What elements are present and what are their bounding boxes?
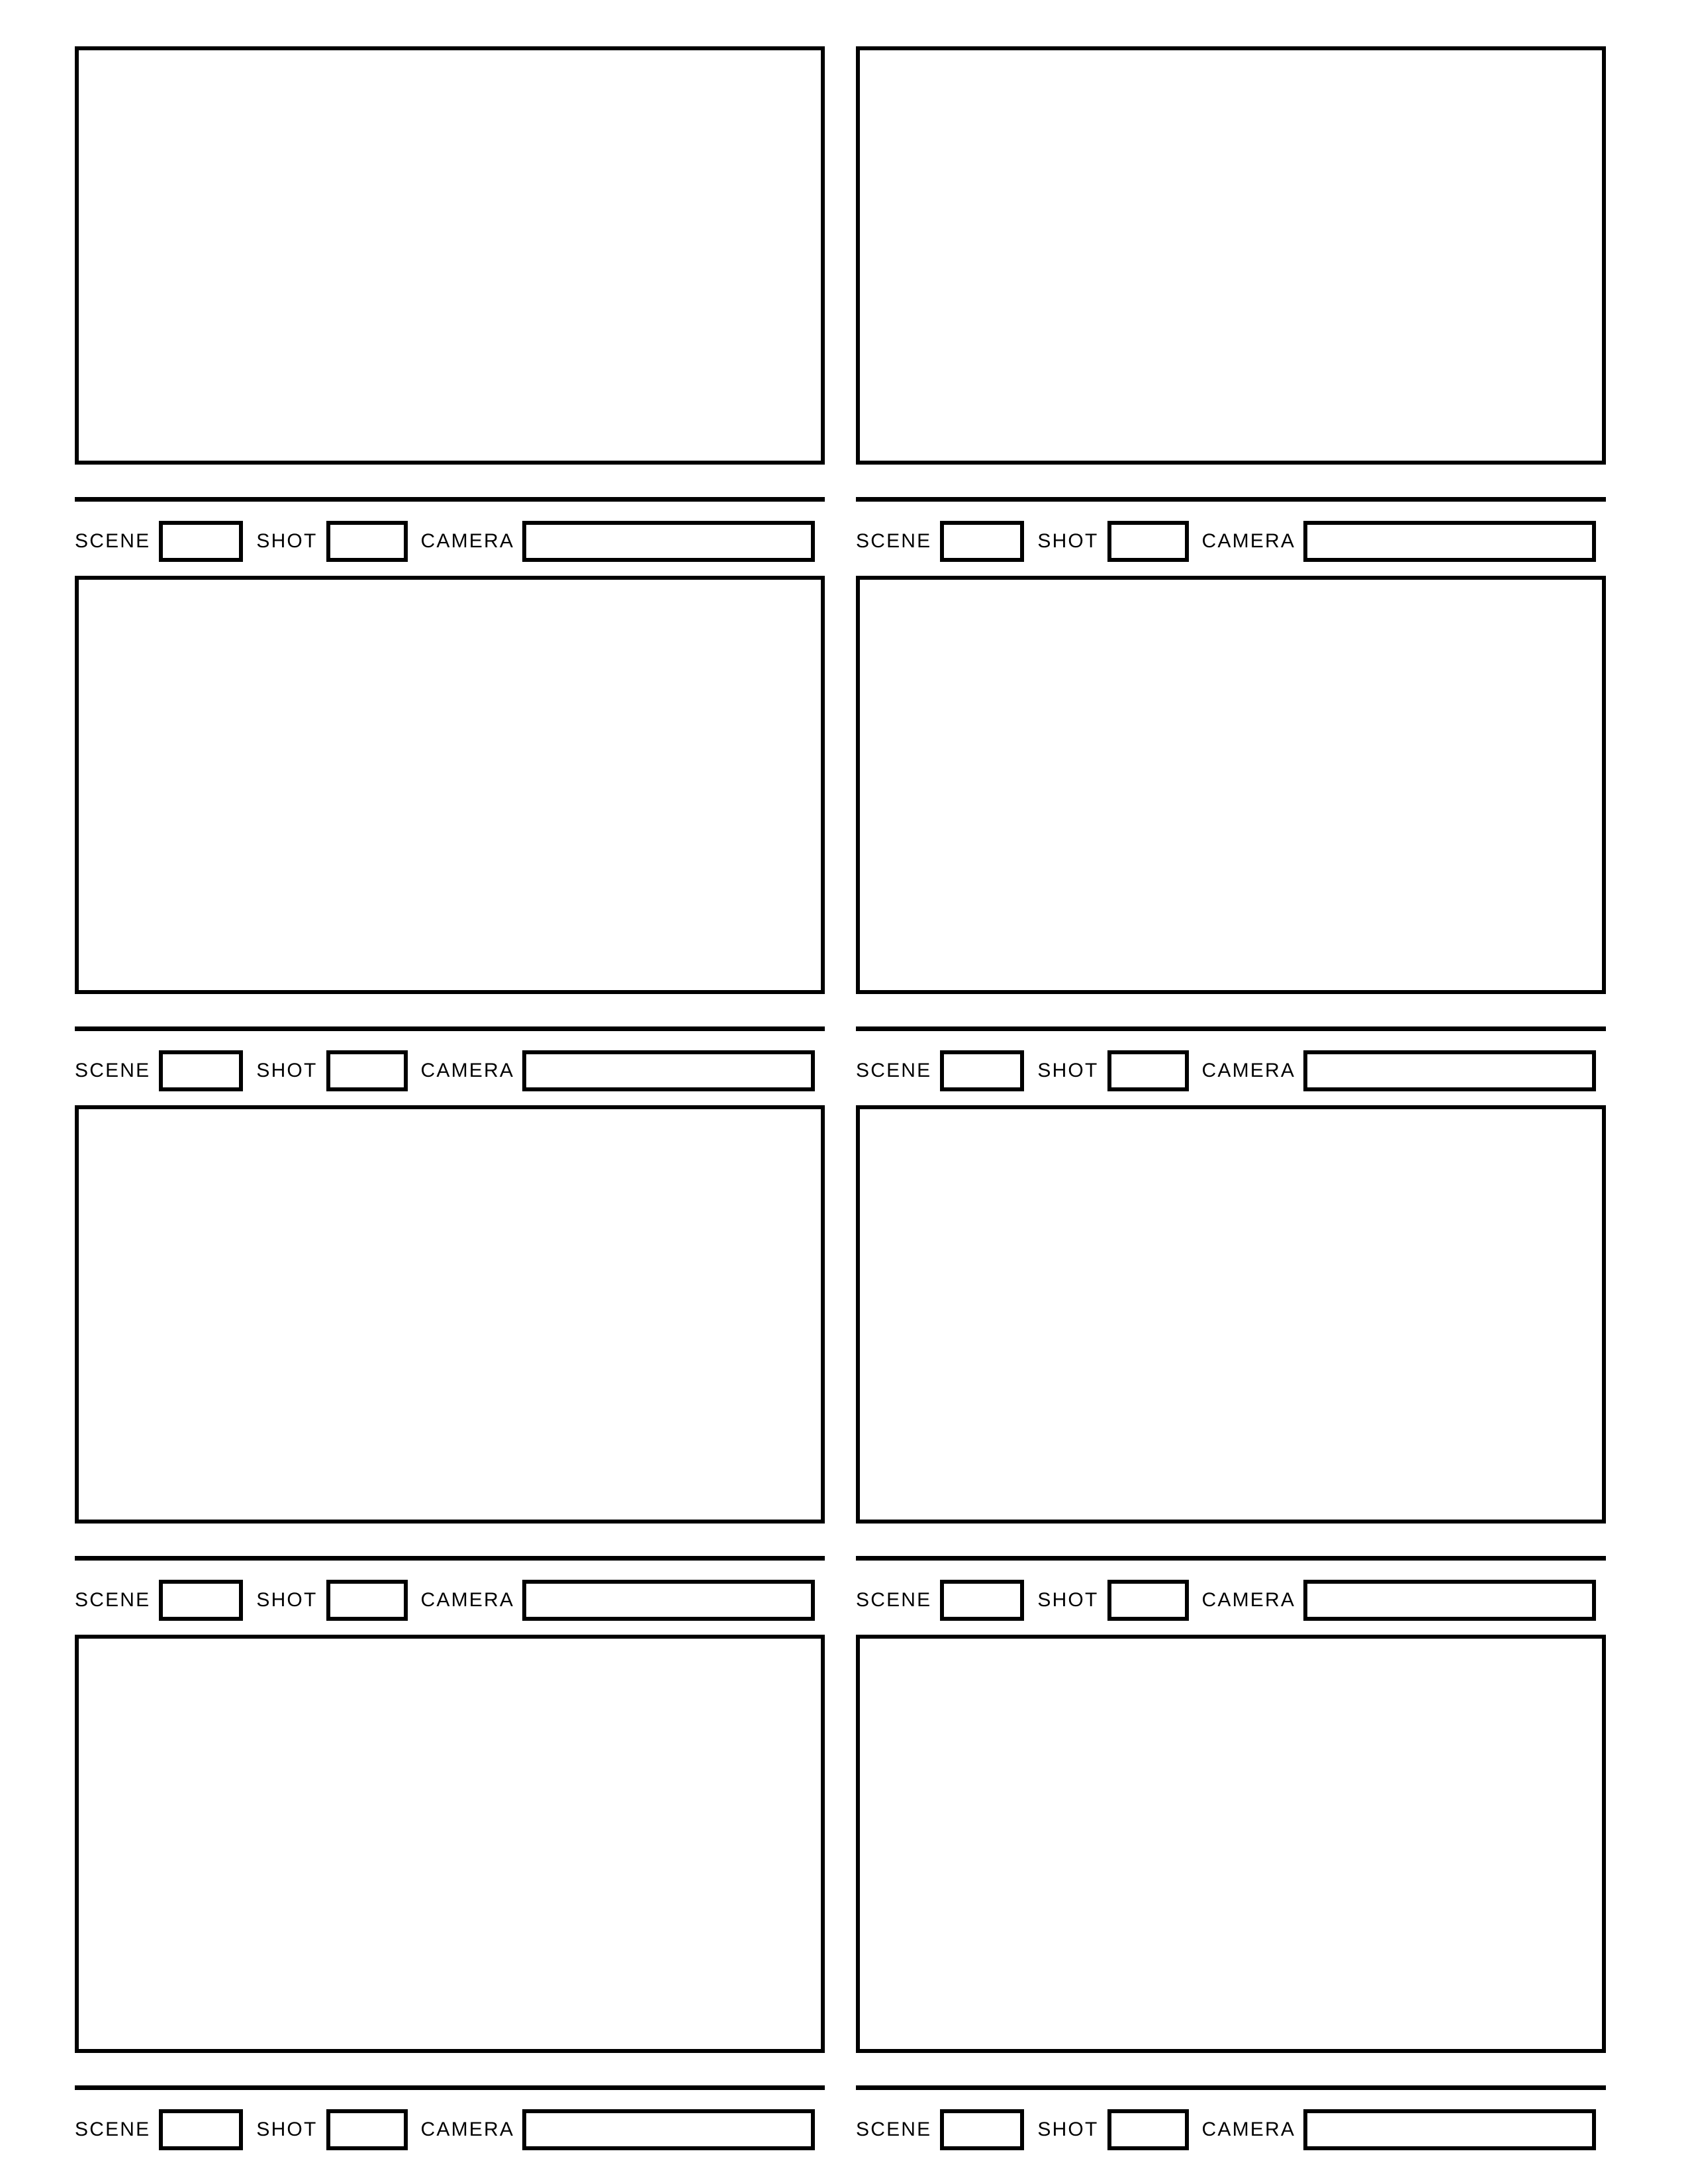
camera-label: CAMERA [1201,1589,1296,1611]
scene-label: SCENE [75,1060,151,1081]
scene-input[interactable] [159,1580,244,1621]
camera-label: CAMERA [1201,2118,1296,2140]
scene-input[interactable] [940,1050,1025,1091]
camera-input[interactable] [1303,1050,1597,1091]
scene-input[interactable] [940,1580,1025,1621]
shot-input[interactable] [1107,1580,1189,1621]
scene-label: SCENE [856,1060,932,1081]
scene-input[interactable] [940,2109,1025,2150]
metadata-row: SCENE SHOT CAMERA [75,2090,825,2164]
shot-label: SHOT [1037,1060,1099,1081]
camera-label: CAMERA [420,1060,515,1081]
camera-input[interactable] [1303,521,1597,562]
storyboard-frame[interactable] [856,1105,1606,1524]
divider-rule [75,2085,825,2090]
metadata-row: SCENE SHOT CAMERA [856,2090,1606,2164]
shot-input[interactable] [326,1580,408,1621]
shot-label: SHOT [1037,1589,1099,1611]
shot-label: SHOT [256,1060,318,1081]
camera-input[interactable] [522,2109,816,2150]
metadata-row: SCENE SHOT CAMERA [856,1031,1606,1105]
storyboard-frame[interactable] [856,576,1606,994]
metadata-row: SCENE SHOT CAMERA [856,502,1606,576]
camera-input[interactable] [1303,1580,1597,1621]
storyboard-page: SCENE SHOT CAMERA SCENE SHOT CAMERA SCEN… [0,0,1688,2184]
shot-label: SHOT [256,2118,318,2140]
shot-label: SHOT [1037,530,1099,552]
shot-input[interactable] [326,2109,408,2150]
scene-input[interactable] [159,2109,244,2150]
scene-label: SCENE [75,530,151,552]
camera-input[interactable] [1303,2109,1597,2150]
storyboard-frame[interactable] [856,46,1606,465]
shot-input[interactable] [1107,2109,1189,2150]
metadata-row: SCENE SHOT CAMERA [856,1561,1606,1635]
divider-rule [856,1556,1606,1561]
storyboard-frame[interactable] [75,1635,825,2053]
scene-input[interactable] [159,1050,244,1091]
scene-input[interactable] [940,521,1025,562]
scene-label: SCENE [75,1589,151,1611]
storyboard-frame[interactable] [75,1105,825,1524]
camera-input[interactable] [522,1050,816,1091]
camera-label: CAMERA [1201,530,1296,552]
shot-label: SHOT [1037,2118,1099,2140]
scene-input[interactable] [159,521,244,562]
camera-input[interactable] [522,521,816,562]
camera-label: CAMERA [420,530,515,552]
camera-label: CAMERA [420,1589,515,1611]
camera-label: CAMERA [1201,1060,1296,1081]
camera-input[interactable] [522,1580,816,1621]
divider-rule [75,1026,825,1031]
scene-label: SCENE [856,1589,932,1611]
divider-rule [856,1026,1606,1031]
shot-input[interactable] [1107,1050,1189,1091]
shot-input[interactable] [326,1050,408,1091]
storyboard-column-left: SCENE SHOT CAMERA SCENE SHOT CAMERA SCEN… [75,46,825,2164]
metadata-row: SCENE SHOT CAMERA [75,502,825,576]
storyboard-column-right: SCENE SHOT CAMERA SCENE SHOT CAMERA SCEN… [856,46,1606,2164]
camera-label: CAMERA [420,2118,515,2140]
scene-label: SCENE [856,530,932,552]
storyboard-frame[interactable] [856,1635,1606,2053]
shot-input[interactable] [1107,521,1189,562]
scene-label: SCENE [75,2118,151,2140]
storyboard-frame[interactable] [75,576,825,994]
storyboard-frame[interactable] [75,46,825,465]
divider-rule [75,1556,825,1561]
shot-label: SHOT [256,530,318,552]
scene-label: SCENE [856,2118,932,2140]
metadata-row: SCENE SHOT CAMERA [75,1561,825,1635]
metadata-row: SCENE SHOT CAMERA [75,1031,825,1105]
divider-rule [856,497,1606,502]
divider-rule [75,497,825,502]
shot-label: SHOT [256,1589,318,1611]
shot-input[interactable] [326,521,408,562]
divider-rule [856,2085,1606,2090]
storyboard-grid: SCENE SHOT CAMERA SCENE SHOT CAMERA SCEN… [75,46,1606,2164]
